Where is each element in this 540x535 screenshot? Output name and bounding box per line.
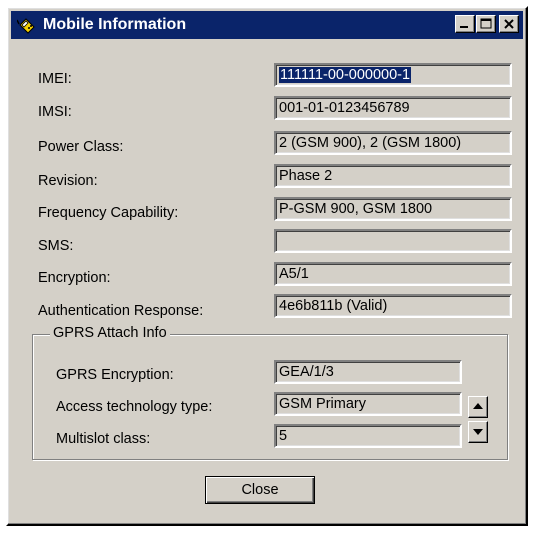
encryption-field[interactable]: A5/1	[274, 262, 512, 286]
minimize-button[interactable]	[455, 15, 475, 33]
authentication-response-label: Authentication Response:	[38, 303, 204, 319]
close-window-button[interactable]	[499, 15, 519, 33]
close-icon	[504, 19, 514, 29]
mobile-phone-icon	[16, 16, 37, 34]
imei-field[interactable]: 111111-00-000000-1	[274, 63, 512, 87]
multislot-class-label: Multislot class:	[56, 431, 151, 447]
sms-field[interactable]	[274, 229, 512, 253]
scroll-up-button[interactable]	[468, 396, 488, 418]
arrow-up-icon	[473, 403, 483, 409]
gprs-attach-info-title: GPRS Attach Info	[50, 324, 170, 342]
gprs-encryption-field[interactable]: GEA/1/3	[274, 360, 462, 384]
frequency-capability-field[interactable]: P-GSM 900, GSM 1800	[274, 197, 512, 221]
power-class-field[interactable]: 2 (GSM 900), 2 (GSM 1800)	[274, 131, 512, 155]
sms-label: SMS:	[38, 238, 74, 254]
maximize-button[interactable]	[476, 15, 496, 33]
gprs-encryption-label: GPRS Encryption:	[56, 367, 174, 383]
revision-field[interactable]: Phase 2	[274, 164, 512, 188]
window-title: Mobile Information	[43, 16, 187, 33]
encryption-label: Encryption:	[38, 270, 111, 286]
arrow-down-icon	[473, 429, 483, 435]
imsi-field[interactable]: 001-01-0123456789	[274, 96, 512, 120]
imei-value: 111111-00-000000-1	[279, 67, 412, 83]
imei-label: IMEI:	[38, 71, 72, 87]
access-technology-type-field[interactable]: GSM Primary	[274, 392, 462, 416]
imsi-label: IMSI:	[38, 104, 72, 120]
revision-label: Revision:	[38, 173, 98, 189]
frequency-capability-label: Frequency Capability:	[38, 205, 179, 221]
authentication-response-field[interactable]: 4e6b811b (Valid)	[274, 294, 512, 318]
close-button[interactable]: Close	[205, 476, 315, 504]
maximize-icon	[480, 18, 492, 29]
scroll-down-button[interactable]	[468, 421, 488, 443]
minimize-icon	[460, 26, 468, 28]
power-class-label: Power Class:	[38, 139, 124, 155]
title-bar[interactable]: Mobile Information	[11, 11, 523, 39]
multislot-class-field[interactable]: 5	[274, 424, 462, 448]
access-technology-type-label: Access technology type:	[56, 399, 213, 415]
